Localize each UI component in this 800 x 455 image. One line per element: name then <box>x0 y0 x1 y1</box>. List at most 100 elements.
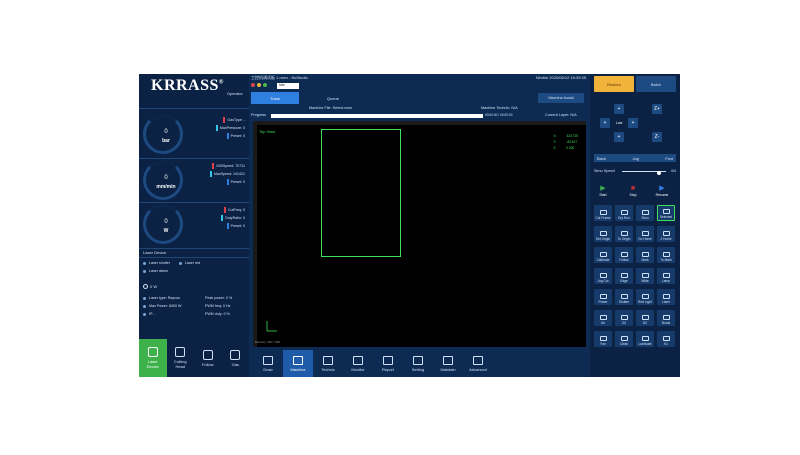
clean-button[interactable]: Clean <box>615 331 633 347</box>
jog-mode-label[interactable]: Jog <box>632 156 638 161</box>
grid-button-label: Calibrate <box>596 258 610 262</box>
close-icon[interactable] <box>251 83 255 87</box>
set-origin-button[interactable]: Set Origin <box>594 226 612 242</box>
window-controls <box>251 83 267 87</box>
laser-pwm-freq: PWM freq: 0 Hz <box>205 304 231 308</box>
coord-z: Z: 0.000 <box>553 146 575 150</box>
play-icon: ▶ <box>600 185 606 192</box>
simu-icon <box>641 210 649 215</box>
selected-icon <box>662 209 670 214</box>
tab-laser-device[interactable]: Laser Device <box>139 339 167 377</box>
ruler-vertical <box>253 121 257 347</box>
mark-button[interactable]: Mark <box>636 247 654 263</box>
forward-button[interactable]: Fwd <box>665 156 673 161</box>
progress-label: Progress <box>251 113 267 117</box>
machine-technic: Machine Technic: N/A <box>481 106 518 110</box>
stop-button[interactable]: ■ Stop <box>624 182 642 198</box>
o2-button[interactable]: O2 <box>615 310 633 326</box>
k1-button[interactable]: K1 <box>657 331 675 347</box>
pressure-gauge: 0 bar GasType: - MaxPressure: 0 Preset: … <box>139 114 249 158</box>
grid-button-label: Edge <box>620 279 628 283</box>
start-button[interactable]: ▶ Start <box>594 182 612 198</box>
lamp-button[interactable]: Lamp <box>657 268 675 284</box>
to-mark-button[interactable]: To Mark <box>657 247 675 263</box>
boost-button[interactable]: Boost <box>657 310 675 326</box>
minimize-icon[interactable] <box>257 83 261 87</box>
power-button[interactable]: Power <box>594 289 612 305</box>
tab-advanced[interactable]: Advanced <box>463 350 493 377</box>
status-dot-icon <box>143 269 146 273</box>
speed-gauge: 0 mm/min G00Speed: 70711 MaxSpeed: 14142… <box>139 160 249 204</box>
tab-machine[interactable]: Machine <box>283 350 313 377</box>
memory-usage: Memory: 2M / 72M <box>255 340 281 344</box>
pressure-unit: bar <box>162 138 170 144</box>
progress-time: 00:00:00 / 00:00:00 <box>485 113 513 117</box>
to-origin-button[interactable]: To Origin <box>615 226 633 242</box>
fan-button[interactable]: Fan <box>594 331 612 347</box>
jog-mode-bar: Back Jog Fwd <box>594 154 676 162</box>
slider-handle[interactable] <box>657 171 662 175</box>
grid-button-label: Boost <box>661 321 671 325</box>
n2-button[interactable]: N2 <box>636 310 654 326</box>
restore-button[interactable]: Restore <box>594 76 634 92</box>
batch-button[interactable]: Batch <box>636 76 676 92</box>
go-home-button[interactable]: Go Home <box>636 226 654 242</box>
n2-icon <box>641 315 649 320</box>
jog-z-plus-button[interactable]: Z+ <box>652 104 662 114</box>
jog-x-plus-button[interactable]: + <box>628 118 638 128</box>
tab-technic[interactable]: Technic <box>313 350 343 377</box>
advanced-icon <box>473 355 483 365</box>
z-home-button[interactable]: Z Home <box>657 226 675 242</box>
tab-follow[interactable]: Follow <box>194 339 222 377</box>
jog-x-minus-button[interactable]: + <box>600 118 610 128</box>
tab-queue[interactable]: Queue <box>309 92 357 104</box>
go-home-icon <box>641 231 649 236</box>
calibrate-button[interactable]: Calibrate <box>594 247 612 263</box>
drawing-canvas[interactable]: Top View X: 324.725 Y: -83.107 Z: 0.000 Mem… <box>253 121 586 347</box>
grid-button-label: Fan <box>600 342 606 346</box>
tab-maintain[interactable]: Maintain <box>433 350 463 377</box>
laser-button[interactable]: Laser <box>657 289 675 305</box>
grid-button-label: Set Origin <box>595 237 611 241</box>
tab-cutting-head[interactable]: Cutting Head <box>167 339 195 377</box>
maximize-icon[interactable] <box>263 83 267 87</box>
jog-z-minus-button[interactable]: Z- <box>652 132 662 142</box>
jog-cut-button[interactable]: Jog Cut <box>594 268 612 284</box>
status-dot-icon <box>143 261 146 265</box>
progress-row: Progress 00:00:00 / 00:00:00 Current Lay… <box>251 113 588 119</box>
jog-y-minus-button[interactable]: + <box>614 132 624 142</box>
back-button[interactable]: Back <box>597 156 606 161</box>
simu-button[interactable]: Simu <box>636 205 654 221</box>
cut-frame-button[interactable]: Cut Frame <box>594 205 612 221</box>
boost-icon <box>662 315 670 320</box>
follow-button[interactable]: Follow <box>615 247 633 263</box>
resume-button[interactable]: ▶ Resume <box>653 182 671 198</box>
shutter-icon <box>620 294 628 299</box>
wide-icon <box>641 273 649 278</box>
tab-report[interactable]: Report <box>373 350 403 377</box>
machine-assist-button[interactable]: Machine Assist <box>538 93 584 103</box>
shutter-button[interactable]: Shutter <box>615 289 633 305</box>
selected-button[interactable]: Selected <box>657 205 675 221</box>
lubricate-button[interactable]: Lubricate <box>636 331 654 347</box>
center-panel: 工控机调试板 1.ncex - NcStudio Nimble 2020/06/… <box>249 74 590 377</box>
simu-speed-slider[interactable] <box>622 171 666 175</box>
air-button[interactable]: Air <box>594 310 612 326</box>
pressure-value: 0 <box>164 129 168 135</box>
status-field: Idle <box>277 83 299 89</box>
tab-draw[interactable]: Draw <box>253 350 283 377</box>
follow-icon <box>202 349 213 360</box>
tab-gas[interactable]: Gas <box>222 339 250 377</box>
red-light-button[interactable]: Red Light <box>636 289 654 305</box>
tab-monitor[interactable]: Monitor <box>343 350 373 377</box>
dry-run-button[interactable]: Dry Run <box>615 205 633 221</box>
k1-icon <box>662 336 670 341</box>
tab-setting[interactable]: Setting <box>403 350 433 377</box>
jog-y-plus-button[interactable]: + <box>614 104 624 114</box>
grid-button-label: Selected <box>659 215 673 219</box>
wide-button[interactable]: Wide <box>636 268 654 284</box>
tab-track[interactable]: Track <box>251 92 299 104</box>
draw-icon <box>263 355 273 365</box>
edge-button[interactable]: Edge <box>615 268 633 284</box>
part-outline[interactable] <box>321 129 401 257</box>
